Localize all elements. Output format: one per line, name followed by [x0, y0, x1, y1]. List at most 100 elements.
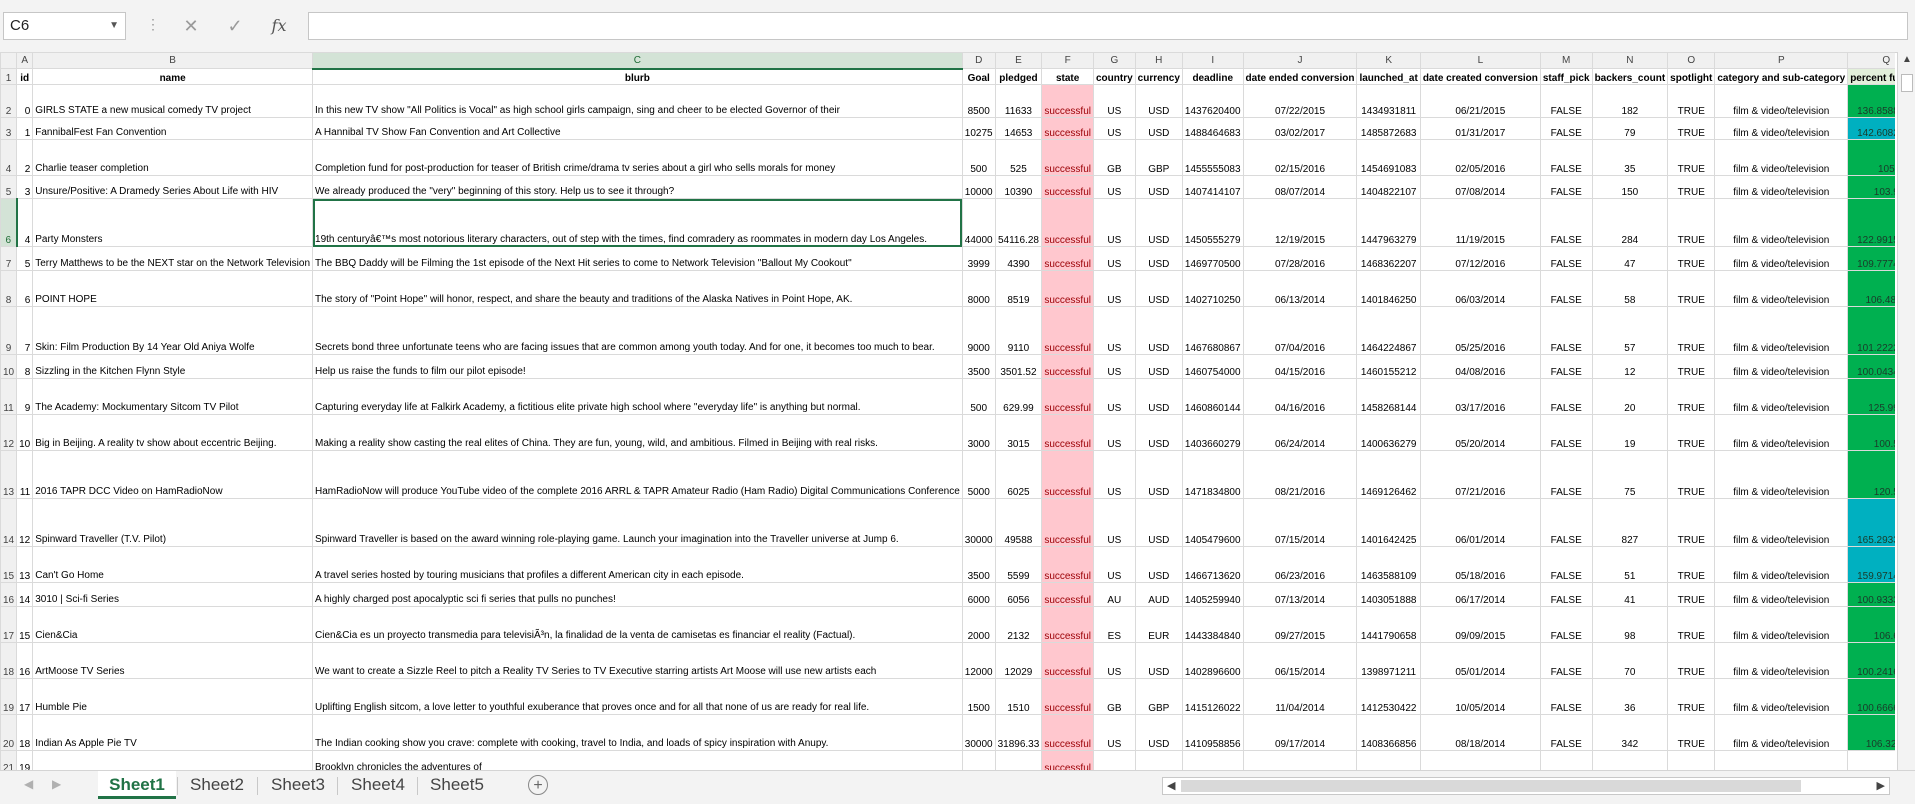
cell-k15[interactable]: 1463588109 [1356, 546, 1421, 583]
cell-d10[interactable]: 3500 [961, 354, 996, 379]
cell-j12[interactable]: 06/24/2014 [1242, 414, 1358, 451]
cell-a12[interactable]: 10 [16, 414, 34, 451]
column-title-p[interactable]: category and sub-category [1714, 68, 1849, 85]
cell-p2[interactable]: film & video/television [1714, 84, 1849, 118]
cell-i6[interactable]: 1450555279 [1181, 198, 1244, 247]
cell-q9[interactable]: 101.2222222 [1847, 306, 1895, 355]
cell-m5[interactable]: FALSE [1539, 175, 1593, 199]
select-all-corner[interactable] [0, 52, 18, 69]
cell-h15[interactable]: USD [1134, 546, 1183, 583]
cell-h10[interactable]: USD [1134, 354, 1183, 379]
cell-o8[interactable]: TRUE [1667, 270, 1716, 307]
cell-p10[interactable]: film & video/television [1714, 354, 1849, 379]
cell-d4[interactable]: 500 [961, 139, 996, 176]
cell-e6[interactable]: 54116.28 [994, 198, 1043, 247]
cell-f10[interactable]: successful [1041, 354, 1094, 379]
cell-c13[interactable]: HamRadioNow will produce YouTube video o… [312, 450, 963, 499]
cell-g17[interactable]: ES [1093, 606, 1136, 643]
row-header[interactable]: 7 [0, 246, 18, 271]
cell-p13[interactable]: film & video/television [1714, 450, 1849, 499]
row-header[interactable]: 17 [0, 606, 18, 643]
cell-q16[interactable]: 100.9333333 [1847, 582, 1895, 607]
cell-p16[interactable]: film & video/television [1714, 582, 1849, 607]
cell-o13[interactable]: TRUE [1667, 450, 1716, 499]
cell-m2[interactable]: FALSE [1539, 84, 1593, 118]
cell-n18[interactable]: 70 [1591, 642, 1669, 679]
cell-o10[interactable]: TRUE [1667, 354, 1716, 379]
cell-e17[interactable]: 2132 [994, 606, 1043, 643]
cell-d11[interactable]: 500 [961, 378, 996, 415]
cell-e10[interactable]: 3501.52 [994, 354, 1043, 379]
cell-q3[interactable]: 142.6082725 [1847, 117, 1895, 140]
cell-j15[interactable]: 06/23/2016 [1242, 546, 1358, 583]
cell-n20[interactable]: 342 [1591, 714, 1669, 751]
cell-h6[interactable]: USD [1134, 198, 1183, 247]
column-header-b[interactable]: B [32, 52, 314, 69]
cell-h3[interactable]: USD [1134, 117, 1183, 140]
column-title-k[interactable]: launched_at [1356, 68, 1421, 85]
cell-k12[interactable]: 1400636279 [1356, 414, 1421, 451]
cell-q10[interactable]: 100.0434286 [1847, 354, 1895, 379]
cell-d8[interactable]: 8000 [961, 270, 996, 307]
cell-o17[interactable]: TRUE [1667, 606, 1716, 643]
cell-e20[interactable]: 31896.33 [994, 714, 1043, 751]
cell-e21[interactable] [994, 750, 1043, 770]
column-title-i[interactable]: deadline [1181, 68, 1244, 85]
cell-a16[interactable]: 14 [16, 582, 34, 607]
cell-c21[interactable]: Brooklyn chronicles the adventures of [312, 750, 963, 770]
column-header-m[interactable]: M [1539, 52, 1593, 69]
row-header[interactable]: 1 [0, 68, 18, 85]
cell-a7[interactable]: 5 [16, 246, 34, 271]
cancel-icon[interactable]: ✕ [178, 14, 204, 38]
cell-d14[interactable]: 30000 [961, 498, 996, 547]
cell-b2[interactable]: GIRLS STATE a new musical comedy TV proj… [32, 84, 314, 118]
cell-n7[interactable]: 47 [1591, 246, 1669, 271]
cell-q14[interactable]: 165.2933333 [1847, 498, 1895, 547]
cell-h11[interactable]: USD [1134, 378, 1183, 415]
cell-k17[interactable]: 1441790658 [1356, 606, 1421, 643]
cell-d15[interactable]: 3500 [961, 546, 996, 583]
column-header-d[interactable]: D [961, 52, 996, 69]
column-header-e[interactable]: E [994, 52, 1043, 69]
cell-p19[interactable]: film & video/television [1714, 678, 1849, 715]
cell-q17[interactable]: 106.6 [1847, 606, 1895, 643]
column-title-g[interactable]: country [1093, 68, 1136, 85]
cell-h7[interactable]: USD [1134, 246, 1183, 271]
cell-p15[interactable]: film & video/television [1714, 546, 1849, 583]
cell-j7[interactable]: 07/28/2016 [1242, 246, 1358, 271]
cell-p12[interactable]: film & video/television [1714, 414, 1849, 451]
cell-h4[interactable]: GBP [1134, 139, 1183, 176]
cell-f20[interactable]: successful [1041, 714, 1094, 751]
cell-o3[interactable]: TRUE [1667, 117, 1716, 140]
cell-m14[interactable]: FALSE [1539, 498, 1593, 547]
row-header[interactable]: 15 [0, 546, 18, 583]
cell-n2[interactable]: 182 [1591, 84, 1669, 118]
row-header[interactable]: 13 [0, 450, 18, 499]
cell-c17[interactable]: Cien&Cia es un proyecto transmedia para … [312, 606, 963, 643]
cell-a21[interactable]: 19 [16, 750, 34, 770]
row-header[interactable]: 5 [0, 175, 18, 199]
cell-k7[interactable]: 1468362207 [1356, 246, 1421, 271]
formula-input[interactable] [308, 12, 1908, 40]
cell-j10[interactable]: 04/15/2016 [1242, 354, 1358, 379]
cell-j19[interactable]: 11/04/2014 [1242, 678, 1358, 715]
cell-m15[interactable]: FALSE [1539, 546, 1593, 583]
cell-b15[interactable]: Can't Go Home [32, 546, 314, 583]
cell-o4[interactable]: TRUE [1667, 139, 1716, 176]
column-header-g[interactable]: G [1093, 52, 1136, 69]
cell-m10[interactable]: FALSE [1539, 354, 1593, 379]
cell-a19[interactable]: 17 [16, 678, 34, 715]
cell-c20[interactable]: The Indian cooking show you crave: compl… [312, 714, 963, 751]
column-header-n[interactable]: N [1591, 52, 1669, 69]
row-header[interactable]: 6 [0, 198, 18, 247]
cell-p9[interactable]: film & video/television [1714, 306, 1849, 355]
cell-d12[interactable]: 3000 [961, 414, 996, 451]
cell-n5[interactable]: 150 [1591, 175, 1669, 199]
cell-e12[interactable]: 3015 [994, 414, 1043, 451]
add-sheet-icon[interactable]: + [528, 775, 548, 795]
cell-f7[interactable]: successful [1041, 246, 1094, 271]
cell-i9[interactable]: 1467680867 [1181, 306, 1244, 355]
horizontal-scroll-thumb[interactable] [1181, 780, 1801, 792]
cell-m17[interactable]: FALSE [1539, 606, 1593, 643]
row-header[interactable]: 9 [0, 306, 18, 355]
